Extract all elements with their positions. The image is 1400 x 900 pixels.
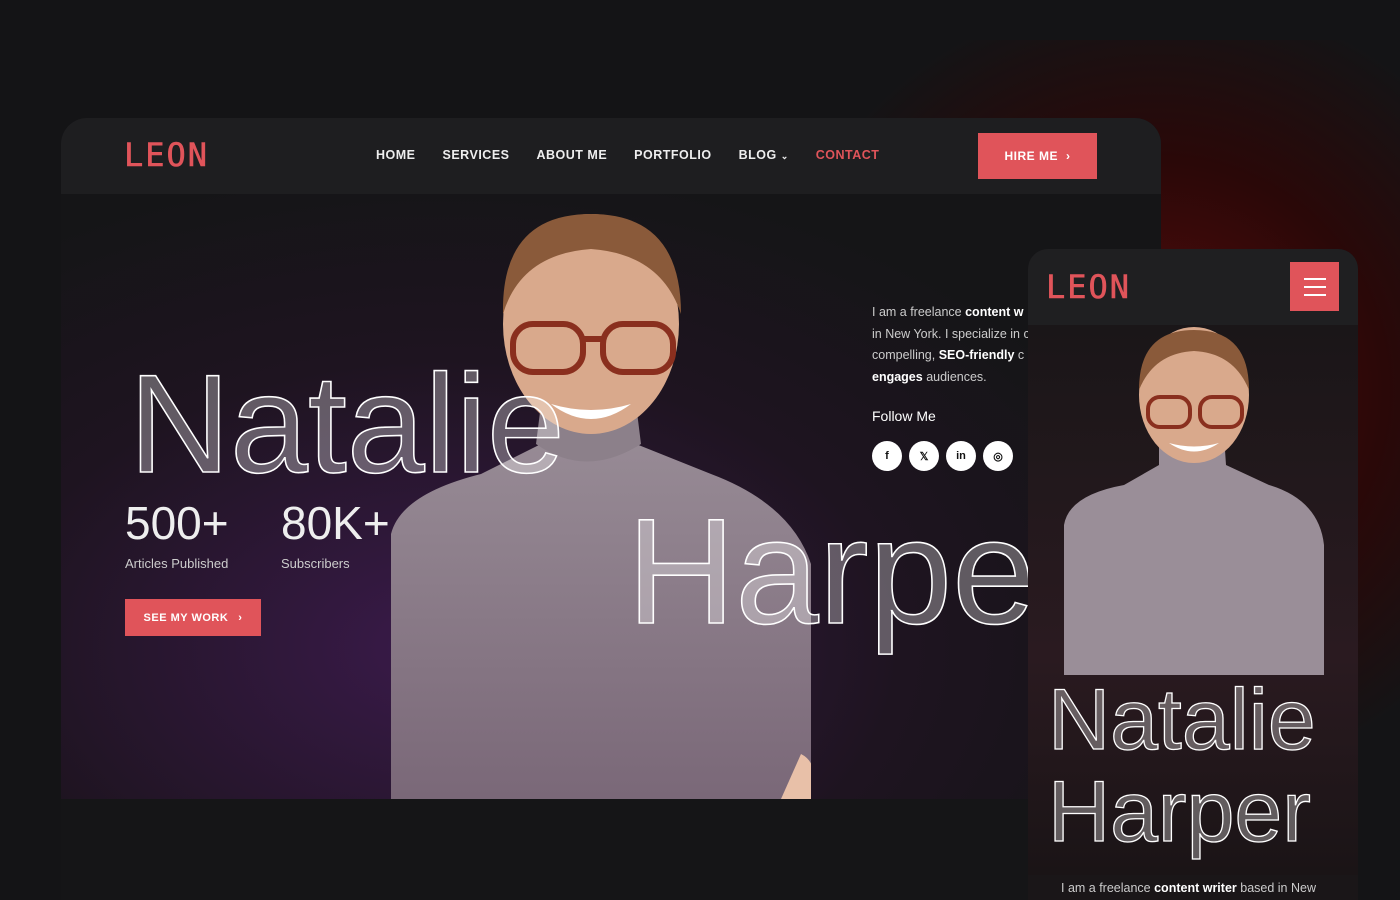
x-icon[interactable]: 𝕏 — [909, 441, 939, 471]
stat-value: 80K+ — [281, 497, 390, 549]
nav-blog[interactable]: BLOG ⌄ — [739, 148, 789, 162]
logo[interactable]: LEON — [124, 136, 209, 175]
intro-part: I am a freelance — [1061, 881, 1155, 895]
about-text: I am a freelance content w in New York. … — [872, 302, 1030, 388]
stat-label: Subscribers — [281, 556, 350, 571]
hire-me-label: HIRE ME — [1004, 149, 1058, 163]
nav-blog-label: BLOG — [738, 148, 777, 162]
see-my-work-label: SEE MY WORK — [143, 611, 229, 624]
mobile-navbar: LEON — [1028, 249, 1358, 325]
mobile-intro-text: I am a freelance content writer based in… — [1061, 881, 1316, 895]
chevron-right-icon: › — [1066, 149, 1071, 163]
desktop-mockup: LEON HOME SERVICES ABOUT ME PORTFOLIO BL… — [61, 118, 1161, 900]
mobile-portrait-photo — [1064, 327, 1324, 675]
mobile-hero: Natalie Harper — [1028, 325, 1358, 875]
see-my-work-button[interactable]: SEE MY WORK › — [125, 599, 261, 636]
facebook-icon[interactable]: f — [872, 441, 902, 471]
nav-home[interactable]: HOME — [376, 148, 416, 162]
hamburger-menu-icon[interactable] — [1290, 262, 1339, 311]
stat-subscribers: 80K+ Subscribers — [281, 496, 390, 571]
mobile-mockup: LEON Natalie Harper I am a freelance con… — [1028, 249, 1358, 900]
social-links: f 𝕏 in ◎ — [872, 441, 1013, 471]
hero-first-name: Natalie — [128, 345, 565, 502]
about-text-part: audiences. — [922, 369, 987, 384]
intro-bold: content writer — [1154, 881, 1237, 895]
mobile-logo[interactable]: LEON — [1046, 268, 1131, 307]
about-text-bold: engages — [872, 369, 923, 384]
nav-portfolio[interactable]: PORTFOLIO — [634, 148, 711, 162]
about-text-part: compelling, — [872, 348, 939, 362]
about-text-bold: content w — [965, 305, 1024, 319]
main-menu: HOME SERVICES ABOUT ME PORTFOLIO BLOG ⌄ … — [376, 148, 879, 162]
nav-about[interactable]: ABOUT ME — [537, 148, 608, 162]
mobile-last-name: Harper — [1047, 764, 1311, 860]
follow-me-heading: Follow Me — [872, 408, 936, 424]
about-text-bold: SEO-friendly — [938, 348, 1015, 362]
nav-contact[interactable]: CONTACT — [816, 148, 880, 162]
linkedin-icon[interactable]: in — [946, 441, 976, 471]
instagram-icon[interactable]: ◎ — [983, 441, 1013, 471]
stat-value: 500+ — [125, 497, 229, 549]
about-text-part: I am a freelance — [872, 305, 966, 319]
nav-services[interactable]: SERVICES — [443, 148, 510, 162]
hero-last-name: Harpe — [626, 487, 1036, 655]
navbar: LEON HOME SERVICES ABOUT ME PORTFOLIO BL… — [61, 118, 1161, 194]
stat-articles: 500+ Articles Published — [125, 496, 229, 571]
chevron-right-icon: › — [238, 611, 243, 624]
hire-me-button[interactable]: HIRE ME › — [978, 133, 1097, 179]
hero-section: Natalie Harpe 500+ Articles Published 80K… — [61, 194, 1161, 799]
mobile-first-name: Natalie — [1047, 672, 1316, 768]
intro-part: based in New — [1236, 881, 1316, 895]
chevron-down-icon: ⌄ — [780, 151, 789, 161]
about-text-part: c — [1014, 348, 1025, 362]
about-text-line: in New York. I specialize in c — [872, 326, 1030, 341]
stat-label: Articles Published — [125, 556, 229, 571]
